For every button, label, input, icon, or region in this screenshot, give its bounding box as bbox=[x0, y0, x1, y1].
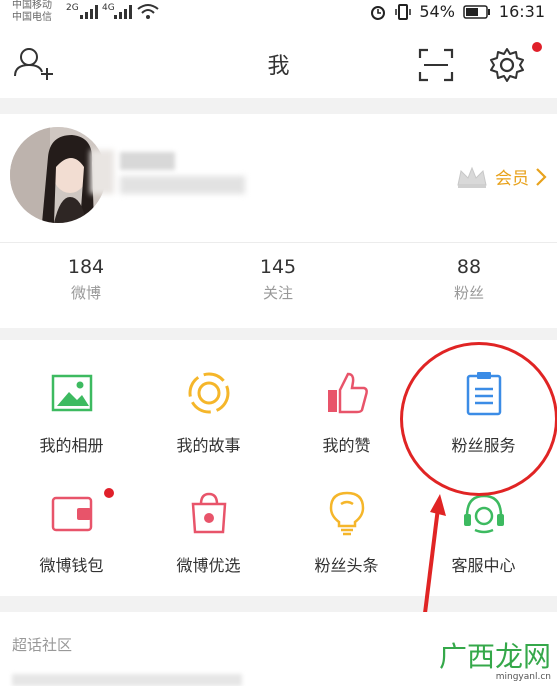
stat-weibo[interactable]: 184 微博 bbox=[16, 256, 156, 303]
shopping-bag-icon bbox=[191, 492, 226, 534]
service-story[interactable]: 我的故事 bbox=[139, 370, 278, 456]
top-bar: 我 bbox=[0, 26, 557, 98]
alarm-icon bbox=[371, 5, 386, 20]
wifi-icon bbox=[137, 4, 159, 19]
settings-gear-icon[interactable] bbox=[488, 46, 526, 84]
lightbulb-icon bbox=[329, 491, 364, 536]
settings-notification-dot bbox=[532, 42, 542, 52]
signal-icon bbox=[114, 5, 132, 19]
crown-icon bbox=[457, 166, 487, 188]
service-label: 我的相册 bbox=[39, 436, 104, 455]
vip-member-button[interactable]: 会员 bbox=[455, 164, 547, 189]
battery-percent: 54% bbox=[419, 2, 455, 21]
service-label: 我的故事 bbox=[176, 436, 241, 455]
signal-icon bbox=[80, 5, 98, 19]
watermark-cn: 广西龙网 bbox=[438, 640, 551, 673]
battery-icon bbox=[463, 4, 490, 19]
watermark: 广西龙网 mingyanl.cn bbox=[438, 640, 551, 683]
vibrate-icon bbox=[395, 3, 412, 20]
headset-icon bbox=[463, 494, 504, 534]
stat-label: 关注 bbox=[262, 284, 293, 302]
service-fan-headlines[interactable]: 粉丝头条 bbox=[277, 490, 416, 576]
stat-value: 88 bbox=[456, 256, 482, 278]
service-select[interactable]: 微博优选 bbox=[139, 490, 278, 576]
service-label: 微博优选 bbox=[176, 556, 241, 575]
thumbs-up-icon bbox=[327, 372, 368, 414]
service-label: 微博钱包 bbox=[39, 556, 104, 575]
service-wallet[interactable]: 微博钱包 bbox=[2, 490, 141, 576]
stat-label: 微博 bbox=[70, 284, 101, 302]
profile-card: 会员 184 微博 145 关注 88 粉丝 bbox=[0, 114, 557, 328]
album-icon bbox=[51, 374, 92, 412]
blurred-bio bbox=[120, 176, 245, 194]
stat-value: 145 bbox=[259, 256, 297, 278]
service-label: 粉丝头条 bbox=[314, 556, 379, 575]
blurred-username bbox=[120, 152, 175, 170]
wallet-notification-dot bbox=[104, 488, 114, 498]
service-label: 我的赞 bbox=[322, 436, 371, 455]
carrier-info: 中国移动 中国电信 bbox=[12, 0, 52, 24]
status-bar: 中国移动 中国电信 2G 4G 54% 16:31 bbox=[0, 0, 557, 26]
story-icon bbox=[188, 372, 229, 414]
watermark-en: mingyanl.cn bbox=[495, 672, 551, 682]
network-2-label: 4G bbox=[102, 3, 115, 13]
clock: 16:31 bbox=[498, 2, 545, 21]
page-title: 我 bbox=[267, 54, 290, 79]
stat-fans[interactable]: 88 粉丝 bbox=[399, 256, 539, 303]
blurred-name bbox=[90, 150, 114, 194]
stat-value: 184 bbox=[67, 256, 105, 278]
chevron-right-icon bbox=[536, 167, 547, 186]
wallet-icon bbox=[51, 496, 92, 532]
vip-label: 会员 bbox=[495, 169, 529, 189]
blurred-content bbox=[12, 674, 242, 686]
service-album[interactable]: 我的相册 bbox=[2, 370, 141, 456]
stat-following[interactable]: 145 关注 bbox=[208, 256, 348, 303]
network-1-label: 2G bbox=[66, 3, 79, 13]
carrier-2: 中国电信 bbox=[12, 12, 52, 23]
highlight-circle bbox=[400, 342, 557, 496]
service-likes[interactable]: 我的赞 bbox=[277, 370, 416, 456]
divider bbox=[0, 242, 557, 243]
carrier-1: 中国移动 bbox=[12, 0, 52, 11]
supertopic-title: 超话社区 bbox=[12, 636, 73, 654]
scan-icon[interactable] bbox=[418, 48, 454, 82]
stat-label: 粉丝 bbox=[453, 284, 484, 302]
